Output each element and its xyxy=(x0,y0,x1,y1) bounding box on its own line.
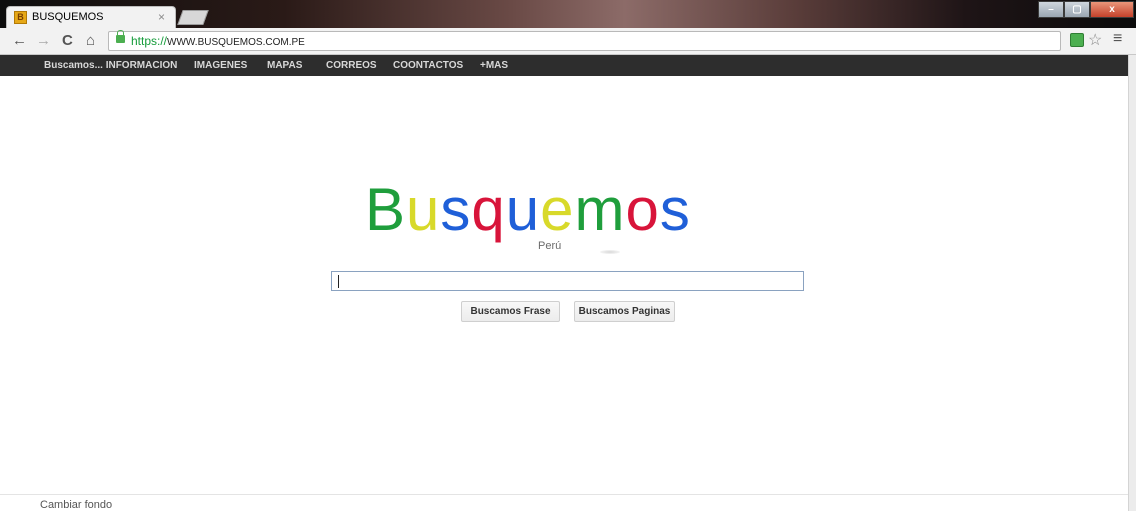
site-logo: Busquemos xyxy=(365,170,691,250)
site-nav-bar: Buscamos... INFORMACION IMAGENES MAPAS C… xyxy=(0,55,1128,76)
logo-letter: B xyxy=(365,176,407,243)
logo-letter: s xyxy=(659,176,691,243)
logo-subtitle: Perú xyxy=(538,240,562,252)
nav-correos[interactable]: CORREOS xyxy=(326,60,377,71)
page-scrollbar[interactable] xyxy=(1128,55,1136,511)
logo-letter: o xyxy=(625,176,660,243)
search-input[interactable] xyxy=(331,271,804,291)
minimize-button[interactable]: – xyxy=(1038,1,1064,18)
text-caret xyxy=(338,275,339,288)
nav-informacion[interactable]: Buscamos... INFORMACION xyxy=(44,60,177,71)
browser-menu-icon[interactable]: ≡ xyxy=(1113,30,1122,48)
logo-letter: u xyxy=(406,176,441,243)
search-pages-button[interactable]: Buscamos Paginas xyxy=(574,301,675,322)
back-icon[interactable]: ← xyxy=(12,32,27,49)
url-text: https://WWW.BUSQUEMOS.COM.PE xyxy=(131,34,305,48)
url-scheme: https:// xyxy=(131,34,168,48)
logo-letter: q xyxy=(471,176,506,243)
forward-icon[interactable]: → xyxy=(36,32,51,49)
logo-letter: m xyxy=(574,176,626,243)
lock-icon xyxy=(116,30,125,43)
window-controls: – ▢ x xyxy=(1038,1,1134,19)
extension-icon[interactable] xyxy=(1070,33,1084,47)
bookmark-star-icon[interactable]: ☆ xyxy=(1088,30,1102,50)
logo-letter: s xyxy=(440,176,472,243)
restore-button[interactable]: ▢ xyxy=(1064,1,1090,18)
browser-tab[interactable]: B BUSQUEMOS × xyxy=(6,6,176,28)
decorative-shadow xyxy=(600,250,620,254)
change-background-link[interactable]: Cambiar fondo xyxy=(40,499,112,511)
page-footer: Cambiar fondo xyxy=(0,494,1128,512)
reload-icon[interactable]: C xyxy=(62,32,73,49)
site-favicon-icon: B xyxy=(14,11,27,24)
browser-titlebar: B BUSQUEMOS × – ▢ x xyxy=(0,0,1136,28)
nav-imagenes[interactable]: IMAGENES xyxy=(194,60,247,71)
tab-title: BUSQUEMOS xyxy=(32,11,104,23)
logo-letter: e xyxy=(540,176,575,243)
logo-letter: u xyxy=(505,176,541,243)
nav-mas[interactable]: +MAS xyxy=(480,60,508,71)
nav-mapas[interactable]: MAPAS xyxy=(267,60,302,71)
close-window-button[interactable]: x xyxy=(1090,1,1134,18)
search-phrase-button[interactable]: Buscamos Frase xyxy=(461,301,560,322)
new-tab-button[interactable] xyxy=(177,10,209,25)
tab-close-icon[interactable]: × xyxy=(158,10,165,24)
browser-toolbar: ← → C ⌂ https://WWW.BUSQUEMOS.COM.PE ☆ ≡ xyxy=(0,28,1136,55)
home-icon[interactable]: ⌂ xyxy=(86,32,95,49)
nav-coontactos[interactable]: COONTACTOS xyxy=(393,60,463,71)
address-bar[interactable]: https://WWW.BUSQUEMOS.COM.PE xyxy=(108,30,1061,51)
url-host: WWW.BUSQUEMOS.COM.PE xyxy=(167,37,305,48)
